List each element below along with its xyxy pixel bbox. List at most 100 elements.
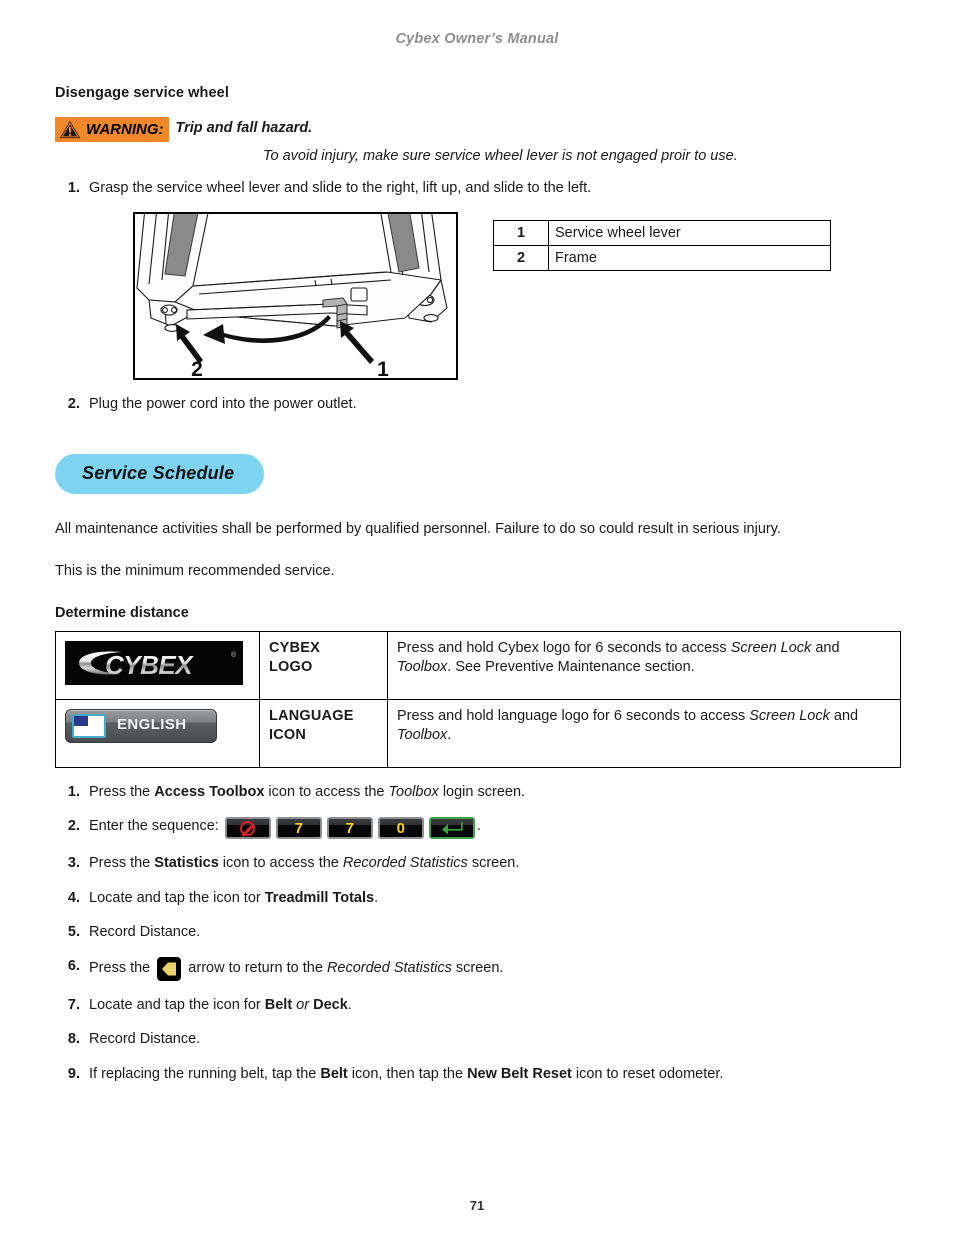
t: arrow to return to the (184, 960, 327, 977)
page-content: Disengage service wheel WARNING: Trip an… (55, 85, 901, 1084)
step-number: 1. (67, 783, 80, 800)
t-em: or (292, 997, 314, 1014)
desc-part-3: . See Preventive Maintenance section. (447, 659, 695, 676)
step-number: 6. (67, 958, 80, 975)
procedure-step-3: 3. Press the Statistics icon to access t… (55, 854, 900, 873)
desc-part-2: and (811, 639, 840, 656)
icon-name-line2: ICON (269, 727, 307, 744)
step-number: 7. (67, 997, 80, 1014)
enter-key[interactable] (428, 817, 475, 840)
procedure-step-5: 5. Record Distance. (55, 923, 900, 942)
t-em: Toolbox (388, 783, 439, 800)
step-number: 2. (67, 396, 80, 413)
language-icon-desc-cell: Press and hold language logo for 6 secon… (387, 698, 901, 768)
legend-label: Service wheel lever (548, 220, 831, 247)
language-label: ENGLISH (117, 716, 187, 734)
step-top-1: 1. Grasp the service wheel lever and sli… (55, 179, 900, 198)
key-sequence: 7 7 0 (224, 817, 475, 840)
step-text: Enter the sequence: 7 7 0 . (89, 817, 900, 840)
t: Locate and tap the icon tor (89, 889, 265, 906)
language-icon-cell: ★★★★★★ ★★★★★★ ★★★★★★ ENGLISH (55, 698, 260, 768)
t-em: Recorded Statistics (342, 855, 468, 872)
icon-name-line1: LANGUAGE (269, 707, 354, 724)
t-em: Recorded Statistics (326, 960, 452, 977)
procedure-step-9: 9. If replacing the running belt, tap th… (55, 1065, 900, 1084)
section-heading: Disengage service wheel (55, 85, 229, 101)
svg-text:®: ® (231, 651, 237, 659)
language-icon-name-cell: LANGUAGE ICON (259, 698, 388, 768)
t: screen. (451, 960, 504, 977)
desc-em-1: Screen Lock (730, 639, 812, 656)
determine-distance-table: CYBEX ® CYBEX LOGO Press and hold Cybex … (55, 630, 901, 768)
t: Locate and tap the icon for (89, 997, 265, 1014)
t-bold: Treadmill Totals (264, 889, 375, 906)
warning-detail: To avoid injury, make sure service wheel… (263, 148, 738, 164)
table-row: ★★★★★★ ★★★★★★ ★★★★★★ ENGLISH LANGUAGE IC… (55, 698, 901, 768)
t: Press the (89, 783, 155, 800)
section-banner-service-schedule: Service Schedule (55, 453, 265, 494)
procedure-step-7: 7. Locate and tap the icon for Belt or D… (55, 996, 900, 1015)
cybex-logo-icon[interactable]: CYBEX ® (65, 640, 243, 685)
t-bold2: Deck (313, 997, 348, 1014)
step-text: Grasp the service wheel lever and slide … (89, 180, 592, 196)
language-flag-icon[interactable]: ★★★★★★ ★★★★★★ ★★★★★★ ENGLISH (65, 708, 217, 743)
cybex-logo-desc-cell: Press and hold Cybex logo for 6 seconds … (387, 630, 901, 700)
back-arrow-glyph (162, 962, 177, 976)
warning-triangle-icon (59, 120, 81, 139)
t: . (476, 817, 481, 834)
procedure-step-4: 4. Locate and tap the icon tor Treadmill… (55, 889, 900, 908)
no-entry-icon (240, 820, 256, 836)
warning-badge: WARNING: (55, 117, 169, 142)
t-bold: Statistics (154, 855, 219, 872)
page-number: 71 (469, 1198, 485, 1213)
t: . (347, 997, 352, 1014)
legend-index: 1 (493, 220, 549, 247)
seven-key[interactable]: 7 (275, 817, 322, 840)
back-arrow-icon[interactable] (157, 957, 182, 982)
manual-page: Cybex Owner’s Manual Disengage service w… (0, 0, 954, 1235)
enter-arrow-icon (441, 822, 463, 835)
key-label: 7 (294, 819, 303, 837)
t-bold2: New Belt Reset (467, 1065, 572, 1082)
t-bold: Belt (320, 1065, 348, 1082)
icon-name-line2: LOGO (269, 659, 313, 676)
desc-part-3: . (447, 727, 452, 744)
flag-canton: ★★★★★★ ★★★★★★ ★★★★★★ (74, 715, 95, 729)
treadmill-rear-service-wheel-illustration: 2 1 (133, 212, 458, 381)
step-number: 3. (67, 855, 80, 872)
treadmill-line-art: 2 1 (136, 214, 448, 378)
svg-text:CYBEX: CYBEX (105, 650, 194, 680)
us-flag-icon: ★★★★★★ ★★★★★★ ★★★★★★ (72, 713, 106, 738)
table-row: CYBEX ® CYBEX LOGO Press and hold Cybex … (55, 630, 901, 700)
step-number: 4. (67, 889, 80, 906)
table-row: 1 Service wheel lever (493, 220, 831, 247)
procedure-step-2: 2. Enter the sequence: 7 7 0 . (55, 817, 900, 840)
desc-part-1: Press and hold language logo for 6 secon… (397, 707, 750, 724)
seven-key[interactable]: 7 (326, 817, 373, 840)
step-number: 9. (67, 1065, 80, 1082)
step-text: Locate and tap the icon for Belt or Deck… (89, 996, 900, 1015)
desc-em-2: Toolbox (397, 727, 448, 744)
t: Enter the sequence: (89, 817, 219, 834)
step-text: Press the Statistics icon to access the … (89, 854, 900, 873)
no-entry-key[interactable] (224, 817, 271, 840)
step-text: Press the Access Toolbox icon to access … (89, 783, 900, 802)
cybex-logo-cell: CYBEX ® (55, 630, 260, 700)
step-text: Plug the power cord into the power outle… (89, 396, 357, 413)
legend-index: 2 (493, 245, 549, 272)
figure-callout-2: 2 (191, 358, 203, 378)
t-bold: Access Toolbox (154, 783, 265, 800)
t-bold: Belt (264, 997, 293, 1014)
t: login screen. (438, 783, 526, 800)
procedure-step-1: 1. Press the Access Toolbox icon to acce… (55, 783, 900, 802)
t: icon, then tap the (347, 1065, 468, 1082)
warning-label: WARNING: (86, 121, 164, 138)
warning-block: WARNING: Trip and fall hazard. (55, 117, 900, 142)
t: icon to access the (264, 783, 389, 800)
step-text: Record Distance. (89, 923, 201, 940)
desc-em-1: Screen Lock (749, 707, 830, 724)
desc-em-2: Toolbox (397, 659, 448, 676)
step-text: Locate and tap the icon tor Treadmill To… (89, 889, 900, 908)
figure-and-legend: 2 1 1 Service wheel lever 2 Frame (55, 212, 900, 381)
zero-key[interactable]: 0 (377, 817, 424, 840)
